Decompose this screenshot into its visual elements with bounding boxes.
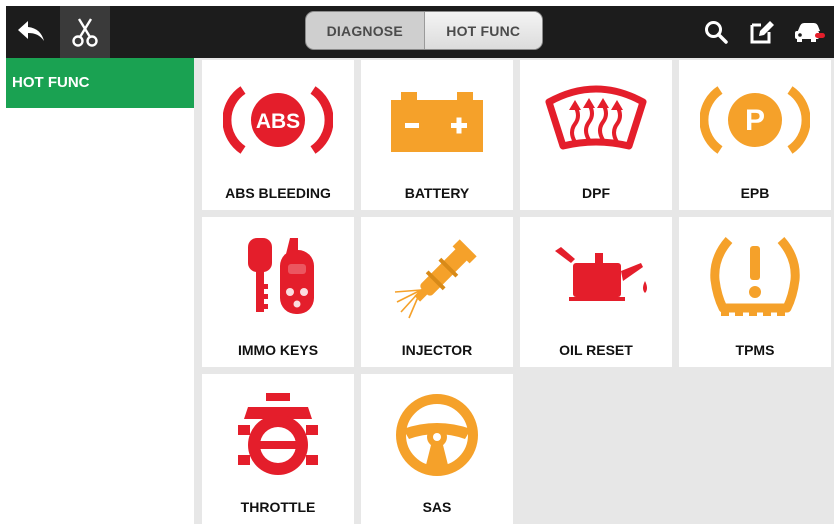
oil-can-icon [555,247,647,301]
sidebar: HOT FUNC [6,58,194,524]
tile-sas[interactable]: SAS [361,374,513,524]
vehicle-button[interactable] [788,6,832,58]
tile-epb[interactable]: P EPB [679,60,831,210]
injector-icon [394,239,477,319]
back-button[interactable] [6,6,56,58]
car-icon [795,23,825,42]
edit-button[interactable] [742,6,782,58]
tile-label: IMMO KEYS [237,342,319,358]
tile-dpf[interactable]: DPF [520,60,672,210]
tile-label: ABS BLEEDING [225,185,331,201]
svg-text:P: P [745,104,765,137]
screenshot-cut-button[interactable] [60,6,110,58]
search-button[interactable] [696,6,736,58]
throttle-icon [238,393,318,475]
search-icon [705,21,728,44]
parking-brake-icon: P [700,86,810,154]
tile-label: TPMS [735,342,775,358]
dpf-icon [545,85,647,150]
function-grid: ABS ABS BLEEDING BATTERY DPF P EPB IMMO … [194,58,834,524]
tire-pressure-icon [710,237,800,316]
mode-tabs: DIAGNOSE HOT FUNC [305,11,543,50]
tile-abs-bleeding[interactable]: ABS ABS BLEEDING [202,60,354,210]
tile-label: OIL RESET [559,342,633,358]
scissors-icon [72,18,98,47]
tile-immo-keys[interactable]: IMMO KEYS [202,217,354,367]
top-toolbar: DIAGNOSE HOT FUNC [6,6,834,58]
steering-wheel-icon [396,394,478,476]
back-arrow-icon [18,21,44,41]
svg-text:ABS: ABS [256,110,300,133]
tile-injector[interactable]: INJECTOR [361,217,513,367]
battery-icon [391,92,483,152]
tile-label: BATTERY [404,185,470,201]
app-window: DIAGNOSE HOT FUNC HOT FUNC ABS ABS BLEED… [0,0,834,524]
abs-icon: ABS [223,86,333,154]
tile-label: SAS [422,499,452,515]
tab-hot-func[interactable]: HOT FUNC [424,12,542,49]
tile-oil-reset[interactable]: OIL RESET [520,217,672,367]
tile-battery[interactable]: BATTERY [361,60,513,210]
tile-throttle[interactable]: THROTTLE [202,374,354,524]
tile-label: EPB [740,185,770,201]
sidebar-item-hot-func[interactable]: HOT FUNC [6,58,194,108]
tile-tpms[interactable]: TPMS [679,217,831,367]
tile-label: THROTTLE [240,499,316,515]
tile-label: DPF [582,185,610,201]
car-keys-icon [248,238,314,314]
tile-label: INJECTOR [401,342,473,358]
tab-diagnose[interactable]: DIAGNOSE [306,12,425,49]
edit-icon [750,21,774,44]
